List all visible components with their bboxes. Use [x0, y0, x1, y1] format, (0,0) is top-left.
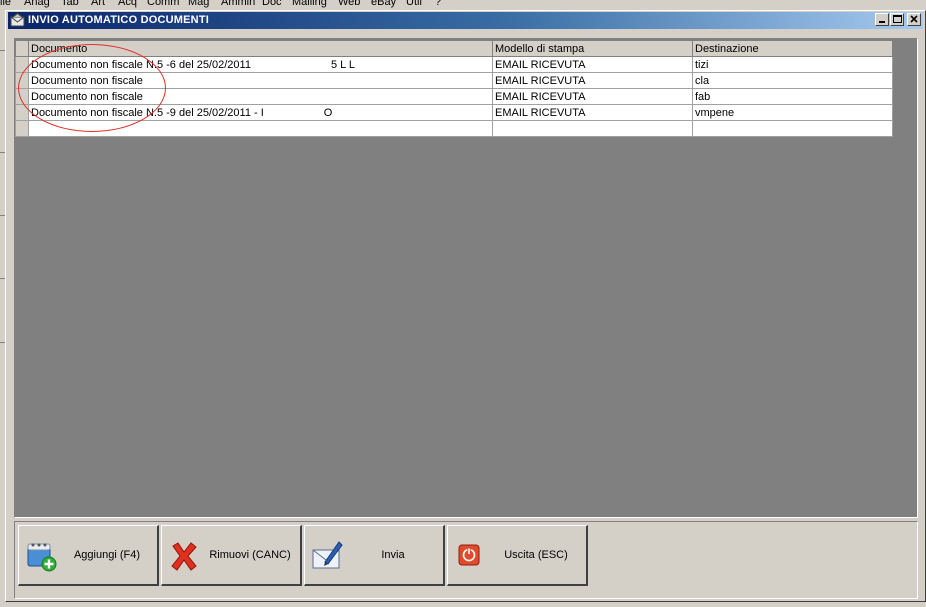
- cell-destinazione[interactable]: vmpene: [692, 104, 893, 121]
- menu-item-acq[interactable]: Acq: [118, 0, 137, 8]
- table-header-row: Documento Modello di stampa Destinazione: [15, 40, 893, 57]
- redaction: [708, 57, 809, 71]
- cell-destinazione[interactable]: [692, 120, 893, 137]
- menu-item-tab[interactable]: Tab: [61, 0, 79, 8]
- cell-destinazione-text: cla: [695, 74, 710, 87]
- cell-documento-text: Documento non fiscale: [31, 90, 143, 103]
- table-row[interactable]: Documento non fiscale N.5 -9 del 25/02/2…: [15, 104, 893, 121]
- send-button-label: Invia: [381, 549, 405, 561]
- cell-documento-tail: O: [323, 106, 333, 119]
- cell-documento-text: Documento non fiscale N.5 -9 del 25/02/2…: [31, 106, 264, 119]
- delete-x-icon: [171, 542, 197, 571]
- remove-button-label: Rimuovi (CANC): [209, 549, 291, 561]
- exit-button-label: Uscita (ESC): [504, 549, 568, 561]
- cell-documento[interactable]: Documento non fiscale N.5 -6 del 25/02/2…: [28, 56, 493, 73]
- menu-item-util[interactable]: Util: [406, 0, 422, 8]
- row-indicator[interactable]: [15, 120, 29, 137]
- cell-documento[interactable]: Documento non fiscale: [28, 88, 493, 105]
- cell-destinazione-text: fab: [695, 90, 711, 103]
- window-title: INVIO AUTOMATICO DOCUMENTI: [28, 14, 209, 26]
- documents-table: Documento Modello di stampa Destinazione…: [15, 40, 893, 137]
- menu-item-art[interactable]: Art: [91, 0, 105, 8]
- cell-destinazione[interactable]: tizi: [692, 56, 893, 73]
- cell-documento[interactable]: Documento non fiscale N.5 -9 del 25/02/2…: [28, 104, 493, 121]
- redaction: [710, 89, 811, 103]
- send-button[interactable]: Invia: [304, 525, 445, 586]
- row-indicator[interactable]: [15, 56, 29, 73]
- table-row[interactable]: Documento non fiscale EMAIL RICEVUTA cla: [15, 72, 893, 89]
- redaction: [709, 73, 810, 87]
- cell-destinazione[interactable]: fab: [692, 88, 893, 105]
- cell-documento-text: Documento non fiscale N.5 -6 del 25/02/2…: [31, 58, 251, 71]
- minimize-button[interactable]: [875, 13, 889, 26]
- cell-documento-text: Documento non fiscale: [31, 74, 143, 87]
- cell-modello[interactable]: EMAIL RICEVUTA: [492, 72, 693, 89]
- mail-app-icon: [10, 13, 25, 27]
- cell-modello[interactable]: EMAIL RICEVUTA: [492, 104, 693, 121]
- cell-modello[interactable]: EMAIL RICEVUTA: [492, 56, 693, 73]
- row-indicator-header: [15, 40, 29, 57]
- maximize-icon: [893, 15, 902, 23]
- redaction: [142, 89, 348, 103]
- close-icon: [910, 15, 918, 23]
- cell-documento-tail: 5 L L: [330, 58, 355, 71]
- menu-item-ebay[interactable]: eBay: [371, 0, 396, 8]
- column-header-documento[interactable]: Documento: [28, 40, 493, 57]
- column-header-modello[interactable]: Modello di stampa: [492, 40, 693, 57]
- menu-item-doc[interactable]: Doc: [262, 0, 282, 8]
- cell-modello[interactable]: [492, 120, 693, 137]
- row-indicator[interactable]: [15, 72, 29, 89]
- redaction: [142, 73, 348, 87]
- send-mail-icon: [312, 541, 343, 569]
- table-row[interactable]: Documento non fiscale EMAIL RICEVUTA fab: [15, 88, 893, 105]
- cell-documento[interactable]: [28, 120, 493, 137]
- table-row-empty[interactable]: [15, 120, 893, 137]
- menu-item-help[interactable]: ?: [435, 0, 441, 8]
- add-button[interactable]: Aggiungi (F4): [18, 525, 159, 586]
- column-header-destinazione[interactable]: Destinazione: [692, 40, 893, 57]
- row-indicator[interactable]: [15, 88, 29, 105]
- cell-modello[interactable]: EMAIL RICEVUTA: [492, 88, 693, 105]
- redaction: [263, 105, 324, 119]
- menu-item-mag[interactable]: Mag: [188, 0, 209, 8]
- menu-item-ammin[interactable]: Ammin: [221, 0, 255, 8]
- menu-item-mailing[interactable]: Mailing: [292, 0, 327, 8]
- add-document-icon: [27, 543, 57, 572]
- documents-grid-area: Documento Modello di stampa Destinazione…: [14, 38, 918, 518]
- maximize-button[interactable]: [890, 13, 904, 26]
- cell-destinazione[interactable]: cla: [692, 72, 893, 89]
- menu-item-web[interactable]: Web: [338, 0, 360, 8]
- menu-item-comm[interactable]: Comm: [147, 0, 179, 8]
- invio-documenti-window: INVIO AUTOMATICO DOCUMENTI Documento Mod…: [5, 10, 926, 602]
- add-button-label: Aggiungi (F4): [73, 549, 141, 561]
- menu-item-anag[interactable]: Anag: [24, 0, 50, 8]
- table-row[interactable]: Documento non fiscale N.5 -6 del 25/02/2…: [15, 56, 893, 73]
- title-bar[interactable]: INVIO AUTOMATICO DOCUMENTI: [8, 12, 923, 29]
- menu-item-file[interactable]: ile: [0, 0, 11, 8]
- action-toolbar: Aggiungi (F4) Rimuovi (CANC) Invia Uscit…: [14, 521, 918, 599]
- cell-destinazione-text: tizi: [695, 58, 709, 71]
- cell-documento[interactable]: Documento non fiscale: [28, 72, 493, 89]
- redaction: [250, 57, 331, 71]
- close-button[interactable]: [907, 13, 921, 26]
- exit-button[interactable]: Uscita (ESC): [447, 525, 588, 586]
- row-indicator[interactable]: [15, 104, 29, 121]
- power-icon: [458, 544, 480, 566]
- minimize-icon: [879, 21, 885, 23]
- remove-button[interactable]: Rimuovi (CANC): [161, 525, 302, 586]
